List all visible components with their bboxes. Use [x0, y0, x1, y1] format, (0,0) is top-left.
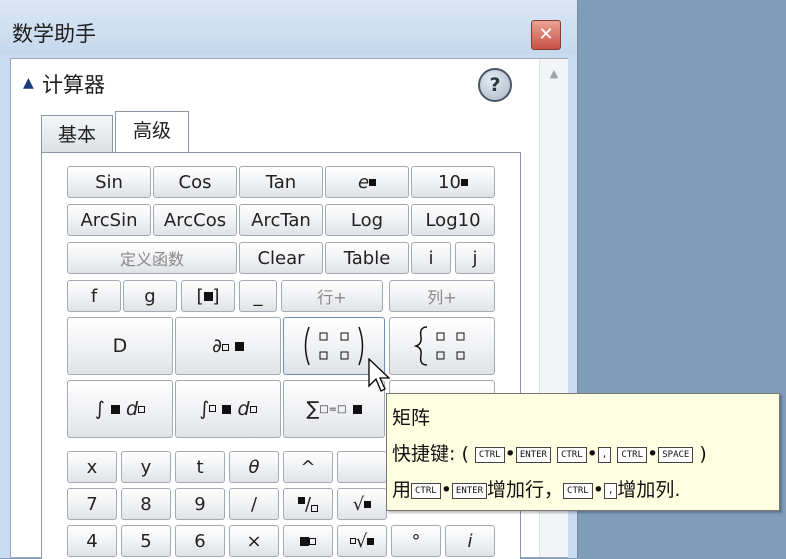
usage-add-col: 增加列. [617, 479, 681, 501]
subscript-bracket-button[interactable]: [] [181, 280, 235, 312]
nth-root-button[interactable]: √ [337, 525, 387, 557]
tooltip-title: 矩阵 [392, 407, 431, 429]
five-button[interactable]: 5 [121, 525, 171, 557]
underscore-button[interactable]: _ [239, 280, 277, 312]
shortcut-label: 快捷键: [392, 443, 456, 465]
j-button[interactable]: j [455, 242, 495, 274]
usage-add-row: 增加行， [487, 479, 564, 501]
collapse-arrow-icon[interactable]: ▲ [23, 75, 34, 91]
open-paren: ( [461, 443, 469, 465]
sqrt-button[interactable]: √ [337, 488, 387, 520]
multiply-button[interactable]: × [229, 525, 279, 557]
clear-button[interactable]: Clear [239, 242, 323, 274]
matrix-tooltip: 矩阵 快捷键: ( CTRL • ENTER CTRL •, CTRL • SPACE )… [386, 393, 780, 511]
integral-button[interactable]: ∫ d [67, 380, 173, 438]
tooltip-usage-line: 用 CTRL • ENTER 增加行， CTRL •, 增加列. [392, 479, 681, 501]
power-button[interactable] [283, 525, 333, 557]
cos-button[interactable]: Cos [153, 166, 237, 198]
matrix-icon [304, 326, 364, 366]
mouse-cursor-icon [368, 358, 390, 392]
scroll-up-icon[interactable]: ▲ [540, 67, 568, 80]
i-button[interactable]: i [411, 242, 451, 274]
imaginary-button[interactable]: i [445, 525, 495, 557]
fraction-button[interactable]: / [283, 488, 333, 520]
title-bar[interactable]: 数学助手 ✕ [0, 0, 577, 54]
close-paren: ) [699, 443, 707, 465]
seven-button[interactable]: 7 [67, 488, 117, 520]
piecewise-button[interactable] [389, 317, 495, 375]
x-button[interactable]: x [67, 451, 117, 483]
section-title[interactable]: 计算器 [42, 69, 105, 99]
nine-button[interactable]: 9 [175, 488, 225, 520]
eight-button[interactable]: 8 [121, 488, 171, 520]
definite-integral-button[interactable]: ∫ d [175, 380, 281, 438]
add-column-button[interactable]: 列+ [389, 280, 495, 312]
sin-button[interactable]: Sin [67, 166, 151, 198]
arcsin-button[interactable]: ArcSin [67, 204, 151, 236]
add-row-button[interactable]: 行+ [281, 280, 383, 312]
window-title: 数学助手 [12, 22, 96, 46]
g-button[interactable]: g [123, 280, 177, 312]
y-button[interactable]: y [121, 451, 171, 483]
table-button[interactable]: Table [325, 242, 409, 274]
exp-button[interactable]: e [325, 166, 409, 198]
ten-label: 10 [438, 171, 461, 193]
tab-advanced[interactable]: 高级 [115, 111, 189, 153]
pi-button[interactable] [337, 451, 387, 483]
tab-basic[interactable]: 基本 [41, 115, 113, 155]
key-ctrl: CTRL [474, 446, 505, 463]
key-enter: ENTER [451, 482, 488, 499]
log-button[interactable]: Log [325, 204, 409, 236]
define-function-button[interactable]: 定义函数 [67, 242, 237, 274]
arctan-button[interactable]: ArcTan [239, 204, 323, 236]
key-ctrl: CTRL [617, 446, 648, 463]
theta-button[interactable]: θ [229, 451, 279, 483]
caret-button[interactable]: ^ [283, 451, 333, 483]
tan-button[interactable]: Tan [239, 166, 323, 198]
divide-button[interactable]: / [229, 488, 279, 520]
key-ctrl: CTRL [411, 482, 441, 499]
close-button[interactable]: ✕ [531, 20, 561, 50]
ten-power-button[interactable]: 10 [411, 166, 495, 198]
key-comma: , [597, 446, 612, 463]
piecewise-icon [413, 326, 465, 366]
key-space: SPACE [658, 446, 694, 463]
derivative-button[interactable]: D [67, 317, 173, 375]
f-button[interactable]: f [67, 280, 121, 312]
exp-label: e [357, 171, 370, 193]
partial-derivative-button[interactable]: ∂ [175, 317, 281, 375]
four-button[interactable]: 4 [67, 525, 117, 557]
key-comma: , [603, 482, 618, 499]
arccos-button[interactable]: ArcCos [153, 204, 237, 236]
usage-prefix: 用 [392, 479, 412, 501]
key-enter: ENTER [515, 446, 551, 463]
help-button[interactable]: ? [478, 68, 512, 102]
log10-button[interactable]: Log10 [411, 204, 495, 236]
tooltip-shortcut-line: 快捷键: ( CTRL • ENTER CTRL •, CTRL • SPACE ) [392, 443, 707, 465]
key-ctrl: CTRL [556, 446, 587, 463]
key-ctrl: CTRL [563, 482, 593, 499]
t-button[interactable]: t [175, 451, 225, 483]
degree-button[interactable]: ° [391, 525, 441, 557]
six-button[interactable]: 6 [175, 525, 225, 557]
